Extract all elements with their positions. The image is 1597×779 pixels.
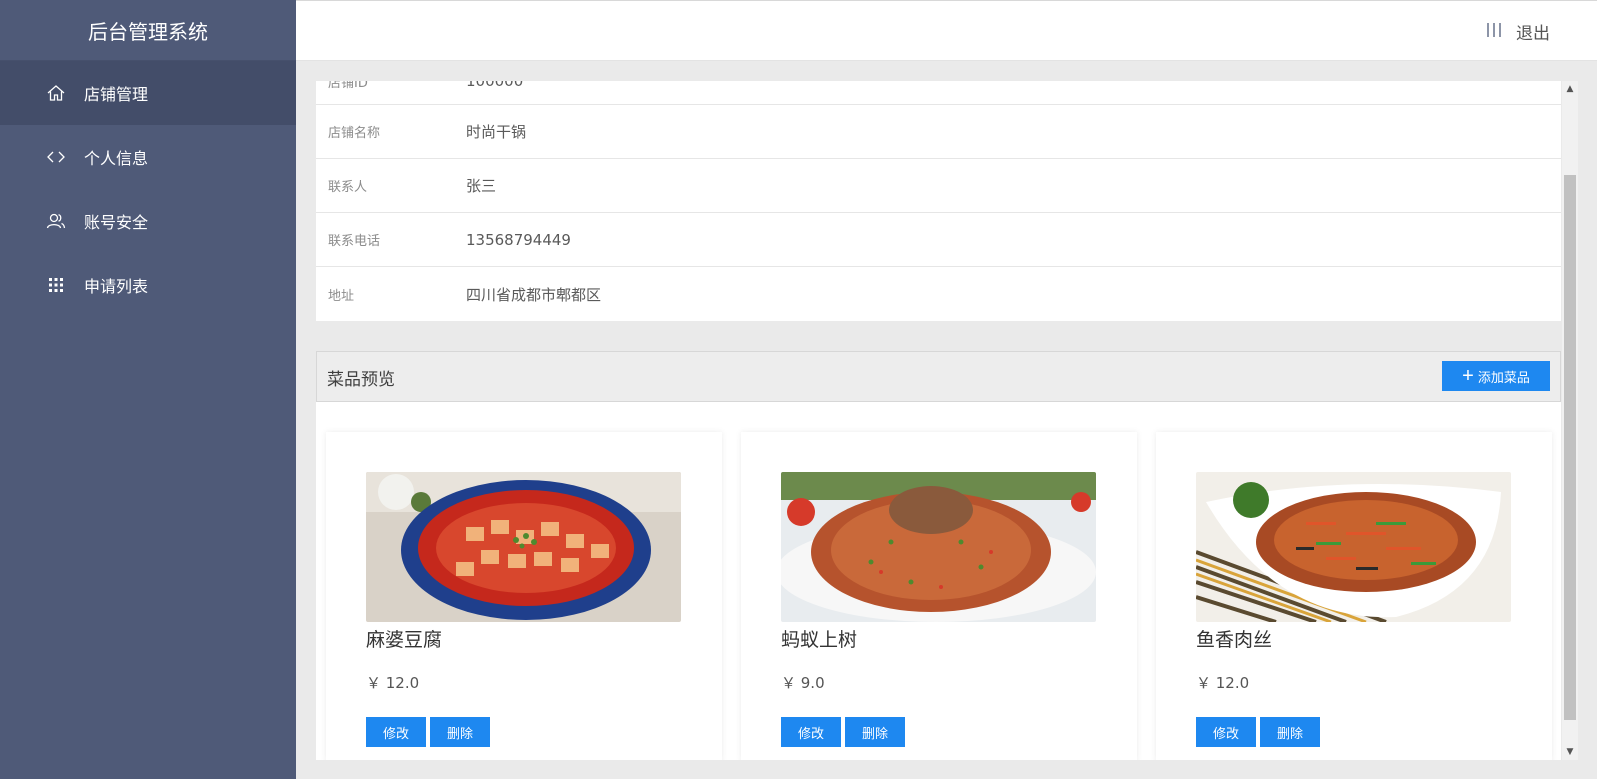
sidebar-item-shop-management[interactable]: 店铺管理: [0, 61, 296, 125]
menu-bars-icon[interactable]: [1487, 23, 1501, 37]
dish-name: 麻婆豆腐: [366, 629, 443, 651]
delete-button[interactable]: 删除: [1260, 717, 1320, 747]
home-icon: [46, 83, 66, 103]
table-row: 联系电话 13568794449: [316, 213, 1561, 267]
add-dish-label: 添加菜品: [1477, 369, 1530, 385]
dish-name: 鱼香肉丝: [1196, 629, 1273, 651]
table-row: 店铺ID 100000: [316, 81, 1561, 105]
table-row: 地址 四川省成都市郫都区: [316, 267, 1561, 321]
dish-preview-header: 菜品预览 + 添加菜品: [316, 351, 1561, 402]
logout-button[interactable]: 退出: [1516, 19, 1550, 44]
users-icon: [46, 211, 66, 231]
dish-name: 蚂蚁上树: [781, 629, 858, 651]
info-label: 店铺ID: [328, 81, 368, 91]
vertical-scrollbar[interactable]: ▲ ▼: [1562, 81, 1578, 760]
dish-card: 麻婆豆腐 ￥ 12.0 修改 删除: [326, 432, 722, 760]
sidebar-item-label: 申请列表: [84, 277, 149, 296]
info-value: 100000: [466, 81, 524, 90]
app-title: 后台管理系统: [0, 0, 296, 61]
sidebar-item-label: 账号安全: [84, 213, 149, 232]
dish-price: ￥ 9.0: [781, 674, 825, 692]
sidebar-item-account-security[interactable]: 账号安全: [0, 189, 296, 253]
dish-image: [1196, 472, 1511, 622]
info-label: 店铺名称: [328, 126, 381, 141]
sidebar-item-application-list[interactable]: 申请列表: [0, 253, 296, 317]
sidebar-item-label: 个人信息: [84, 149, 149, 168]
scroll-down-arrow-icon[interactable]: ▼: [1562, 744, 1578, 760]
dish-list: 麻婆豆腐 ￥ 12.0 修改 删除 蚂蚁上树 ￥ 9.0 修改 删除 鱼香肉丝 …: [316, 402, 1561, 760]
dish-card: 鱼香肉丝 ￥ 12.0 修改 删除: [1156, 432, 1552, 760]
dish-image: [366, 472, 681, 622]
edit-button[interactable]: 修改: [781, 717, 841, 747]
add-dish-button[interactable]: + 添加菜品: [1442, 361, 1550, 391]
dish-price: ￥ 12.0: [1196, 674, 1250, 692]
main-content: 店铺ID 100000 店铺名称 时尚干锅 联系人 张三 联系电话 135687…: [316, 81, 1561, 760]
plus-icon: +: [1462, 365, 1474, 387]
info-label: 联系人: [328, 180, 368, 195]
dish-image: [781, 472, 1096, 622]
sidebar-item-profile[interactable]: 个人信息: [0, 125, 296, 189]
code-icon: [46, 147, 66, 167]
info-value: 四川省成都市郫都区: [466, 285, 602, 304]
table-row: 店铺名称 时尚干锅: [316, 105, 1561, 159]
info-label: 地址: [328, 288, 355, 304]
info-label: 联系电话: [328, 234, 381, 249]
section-title: 菜品预览: [327, 370, 395, 390]
info-value: 张三: [466, 177, 497, 195]
info-value: 时尚干锅: [466, 123, 527, 141]
table-row: 联系人 张三: [316, 159, 1561, 213]
scrollbar-thumb[interactable]: [1564, 175, 1576, 720]
edit-button[interactable]: 修改: [366, 717, 426, 747]
dish-card: 蚂蚁上树 ￥ 9.0 修改 删除: [741, 432, 1137, 760]
edit-button[interactable]: 修改: [1196, 717, 1256, 747]
delete-button[interactable]: 删除: [430, 717, 490, 747]
shop-info-table: 店铺ID 100000 店铺名称 时尚干锅 联系人 张三 联系电话 135687…: [316, 81, 1561, 321]
sidebar: 后台管理系统 店铺管理 个人信息 账号安全 申请列表: [0, 0, 296, 779]
dish-price: ￥ 12.0: [366, 674, 420, 692]
sidebar-item-label: 店铺管理: [84, 85, 149, 104]
scroll-up-arrow-icon[interactable]: ▲: [1562, 81, 1578, 97]
info-value: 13568794449: [466, 230, 571, 249]
grid-icon: [46, 275, 66, 295]
top-header: 退出: [296, 0, 1597, 61]
delete-button[interactable]: 删除: [845, 717, 905, 747]
